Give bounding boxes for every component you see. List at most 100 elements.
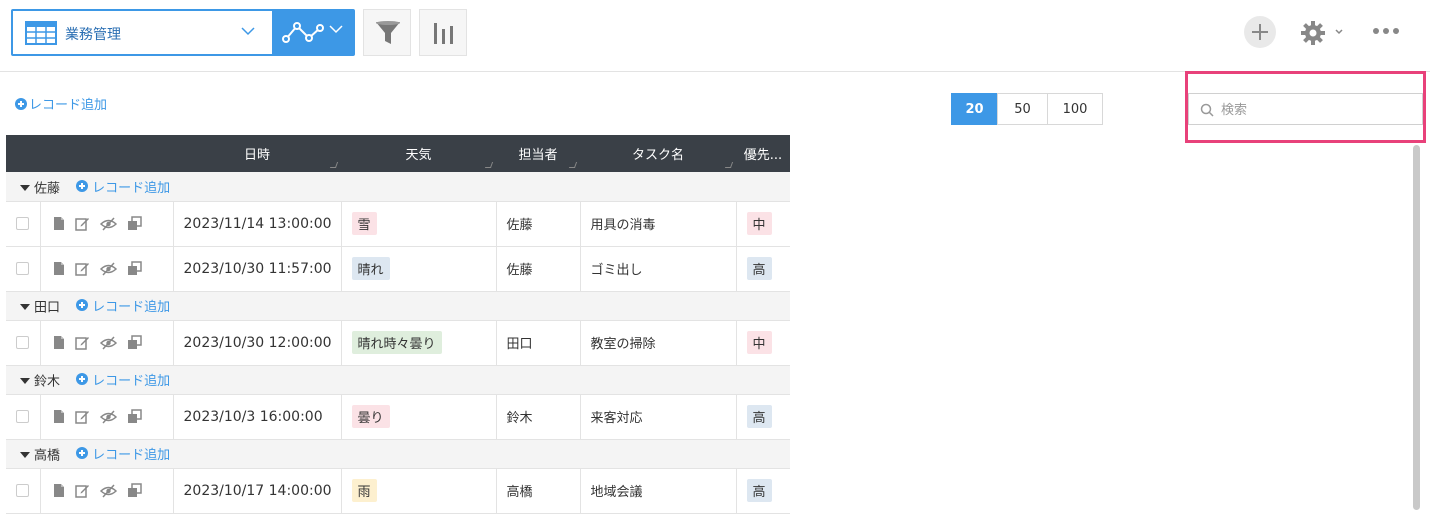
copy-icon[interactable] [127, 483, 142, 498]
record-task: 教室の掃除 [590, 337, 656, 352]
column-header-priority[interactable]: 優先... [736, 135, 790, 172]
document-icon[interactable] [53, 216, 65, 231]
collapse-triangle-icon[interactable] [20, 378, 30, 385]
view-name: 業務管理 [65, 27, 121, 43]
graph-view-icon[interactable] [281, 20, 325, 46]
row-checkbox[interactable] [16, 410, 29, 423]
add-record-button[interactable] [1244, 16, 1276, 48]
hide-icon[interactable] [99, 483, 117, 498]
record-task: 来客対応 [590, 411, 643, 426]
hide-icon[interactable] [99, 335, 117, 350]
add-record-label: レコード追加 [29, 98, 108, 113]
record-owner: 佐藤 [506, 263, 533, 278]
column-header-task[interactable]: タスク名 [580, 135, 736, 172]
page-size-20[interactable]: 20 [951, 93, 998, 125]
chevron-down-icon[interactable] [1335, 29, 1343, 35]
row-checkbox[interactable] [16, 217, 29, 230]
filter-icon [376, 21, 400, 44]
priority-tag: 高 [746, 257, 772, 280]
weather-tag: 曇り [351, 405, 390, 428]
page-size-100[interactable]: 100 [1047, 93, 1103, 125]
page-size-50[interactable]: 50 [997, 93, 1048, 125]
gear-icon[interactable] [1300, 20, 1326, 46]
weather-tag: 雪 [351, 212, 377, 235]
view-selector[interactable]: 業務管理 [11, 9, 355, 56]
table-row: 2023/10/30 11:57:00 晴れ 佐藤 ゴミ出し 高 [6, 246, 790, 292]
document-icon[interactable] [53, 409, 65, 424]
weather-tag: 晴れ時々曇り [351, 331, 442, 354]
edit-icon[interactable] [74, 261, 90, 276]
filter-button[interactable] [363, 9, 411, 56]
group-add-record-link[interactable]: レコード追加 [76, 177, 170, 196]
edit-icon[interactable] [74, 483, 90, 498]
document-icon[interactable] [53, 261, 65, 276]
group-add-record-link[interactable]: レコード追加 [76, 296, 170, 315]
collapse-triangle-icon[interactable] [20, 185, 30, 191]
collapse-triangle-icon[interactable] [20, 452, 30, 459]
chevron-down-icon [241, 27, 255, 36]
plus-icon [1252, 24, 1268, 40]
record-date: 2023/10/30 11:57:00 [183, 260, 332, 277]
record-owner: 鈴木 [506, 411, 533, 426]
row-checkbox[interactable] [16, 484, 29, 497]
add-record-link[interactable]: レコード追加 [15, 94, 107, 113]
graph-button[interactable] [419, 9, 467, 56]
record-date: 2023/10/17 14:00:00 [183, 482, 332, 499]
edit-icon[interactable] [74, 216, 90, 231]
edit-icon[interactable] [74, 335, 90, 350]
collapse-triangle-icon[interactable] [20, 304, 30, 311]
plus-circle-icon [15, 97, 27, 110]
view-dropdown[interactable]: 業務管理 [13, 11, 272, 54]
priority-tag: 高 [746, 479, 772, 502]
column-header-date[interactable]: 日時 [173, 135, 341, 172]
plus-circle-icon [76, 447, 89, 460]
highlight-box [1185, 71, 1426, 143]
group-header: 佐藤 レコード追加 [6, 172, 790, 202]
plus-circle-icon [76, 373, 89, 386]
chevron-down-icon[interactable] [329, 25, 343, 34]
priority-tag: 中 [746, 212, 772, 235]
group-header: 高橋 レコード追加 [6, 439, 790, 469]
copy-icon[interactable] [127, 409, 142, 424]
hide-icon[interactable] [99, 409, 117, 424]
priority-tag: 中 [746, 331, 772, 354]
group-name: 鈴木 [34, 374, 61, 390]
copy-icon[interactable] [127, 261, 142, 276]
record-date: 2023/11/14 13:00:00 [183, 215, 332, 232]
group-header: 鈴木 レコード追加 [6, 365, 790, 395]
group-name: 高橋 [34, 448, 61, 464]
row-checkbox[interactable] [16, 262, 29, 275]
table-icon [25, 21, 57, 45]
record-owner: 田口 [506, 337, 533, 352]
plus-circle-icon [76, 180, 89, 192]
record-owner: 佐藤 [506, 218, 533, 233]
record-date: 2023/10/3 16:00:00 [183, 408, 323, 425]
record-task: 地域会議 [590, 485, 643, 500]
more-options-icon[interactable] [1372, 27, 1400, 35]
scrollbar[interactable] [1413, 145, 1420, 510]
page-size-selector: 20 50 100 [951, 93, 1103, 125]
record-date: 2023/10/30 12:00:00 [183, 334, 332, 351]
priority-tag: 高 [746, 405, 772, 428]
column-header-owner[interactable]: 担当者 [496, 135, 580, 172]
plus-circle-icon [76, 299, 89, 312]
row-checkbox[interactable] [16, 336, 29, 349]
document-icon[interactable] [53, 335, 65, 350]
group-name: 佐藤 [34, 181, 61, 196]
table-header: 日時 天気 担当者 タスク名 優先... [6, 135, 790, 172]
bar-chart-icon [434, 23, 453, 44]
copy-icon[interactable] [127, 216, 142, 231]
group-name: 田口 [34, 300, 61, 316]
hide-icon[interactable] [99, 261, 117, 276]
document-icon[interactable] [53, 483, 65, 498]
edit-icon[interactable] [74, 409, 90, 424]
column-header-weather[interactable]: 天気 [341, 135, 496, 172]
group-add-record-link[interactable]: レコード追加 [76, 370, 170, 389]
records-table: 日時 天気 担当者 タスク名 優先... 佐藤 レコード追加 2023/11/1… [6, 135, 790, 514]
table-row: 2023/10/17 14:00:00 雨 高橋 地域会議 高 [6, 468, 790, 514]
table-row: 2023/11/14 13:00:00 雪 佐藤 用具の消毒 中 [6, 201, 790, 247]
record-owner: 高橋 [506, 485, 533, 500]
copy-icon[interactable] [127, 335, 142, 350]
group-add-record-link[interactable]: レコード追加 [76, 444, 170, 463]
hide-icon[interactable] [99, 216, 117, 231]
